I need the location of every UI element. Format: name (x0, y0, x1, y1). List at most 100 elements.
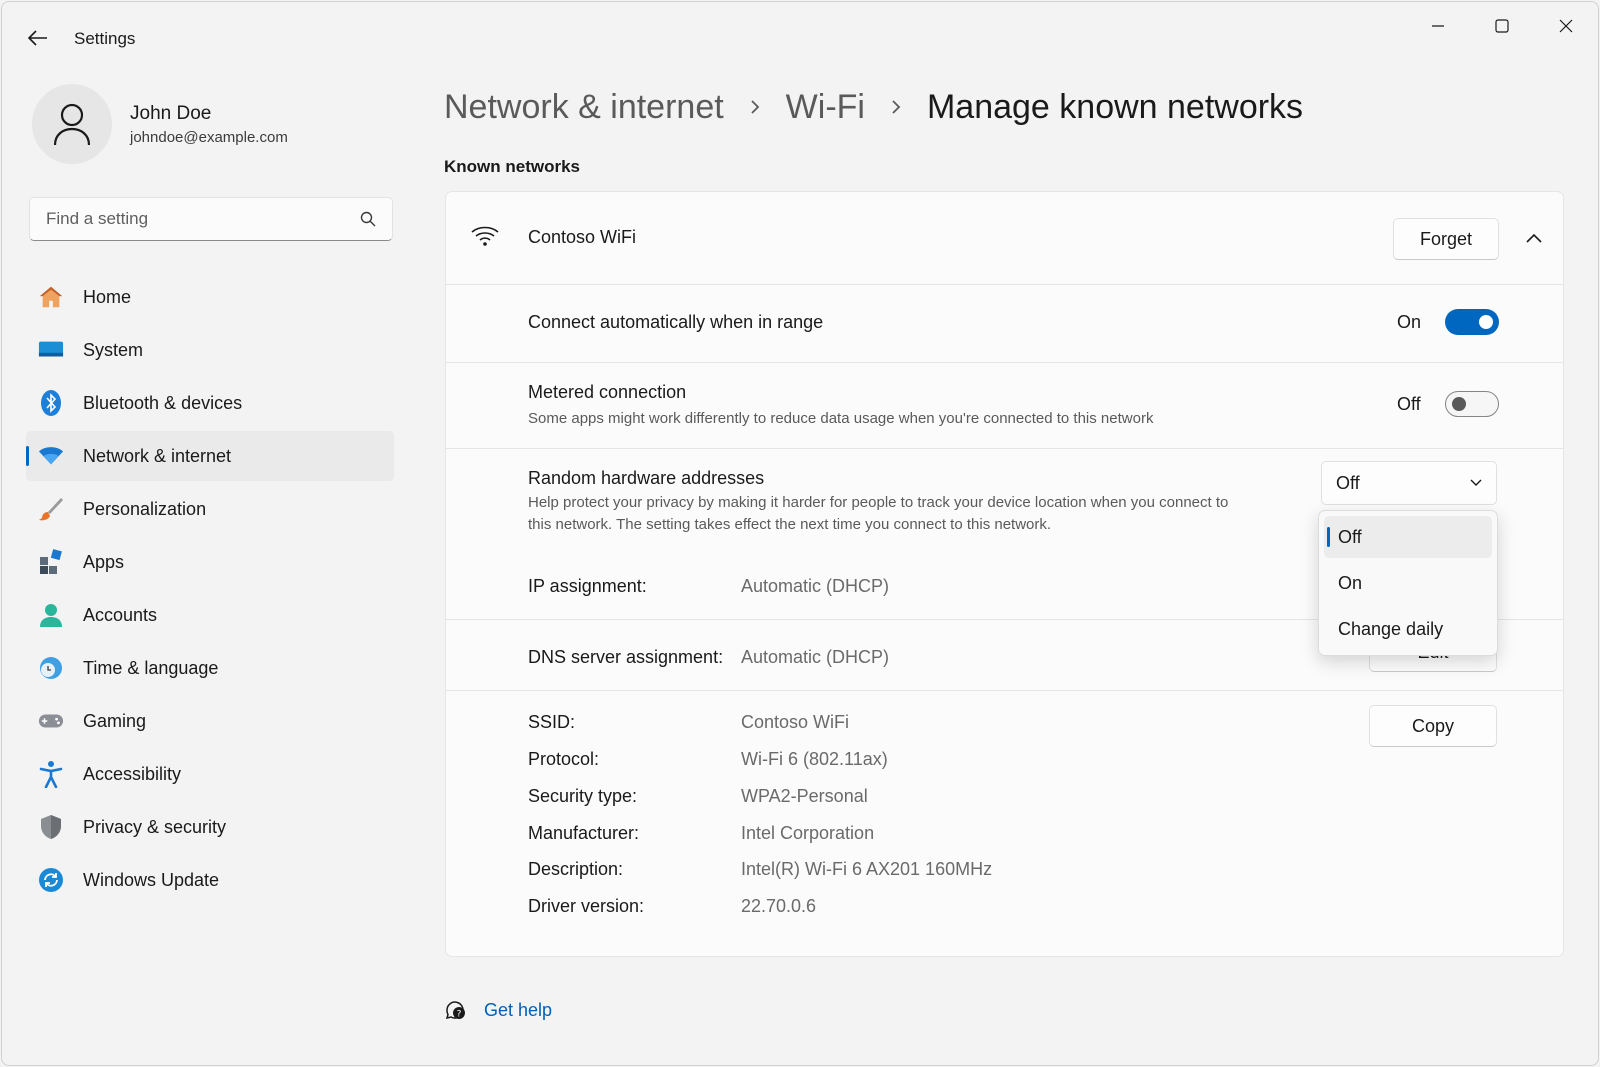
minimize-button[interactable] (1406, 2, 1470, 50)
settings-window: Settings John Doe johndoe@example.com Fi… (1, 1, 1599, 1066)
dropdown-option-off[interactable]: Off (1324, 516, 1492, 558)
chevron-right-icon (750, 99, 760, 115)
sidebar-item-home[interactable]: Home (26, 272, 394, 322)
wifi-signal-icon (471, 226, 499, 246)
metered-connection-toggle[interactable] (1445, 391, 1499, 417)
svg-text:?: ? (457, 1010, 462, 1020)
home-icon (38, 284, 64, 310)
sidebar-item-label: Network & internet (83, 445, 232, 466)
close-button[interactable] (1534, 2, 1598, 50)
sidebar-item-time-language[interactable]: Time & language (26, 643, 394, 693)
security-type-label: Security type: (528, 786, 638, 806)
metered-connection-state: Off (1397, 394, 1421, 414)
sidebar-nav: Home System Bluetooth & devices Network … (26, 272, 394, 908)
brush-icon (38, 496, 64, 522)
accounts-icon (38, 602, 64, 628)
copy-button[interactable]: Copy (1369, 705, 1497, 747)
title-bar: Settings (2, 2, 1598, 74)
sidebar-item-label: Home (83, 286, 132, 307)
dropdown-option-on[interactable]: On (1324, 562, 1492, 604)
sidebar-item-label: Bluetooth & devices (83, 392, 243, 413)
breadcrumb-network-internet[interactable]: Network & internet (444, 88, 724, 127)
description-label: Description: (528, 859, 624, 879)
back-button[interactable] (22, 24, 54, 52)
help-section: ? Get help (444, 998, 552, 1022)
toggle-knob (1452, 397, 1466, 411)
sidebar-item-windows-update[interactable]: Windows Update (26, 855, 394, 905)
sidebar-item-accessibility[interactable]: Accessibility (26, 749, 394, 799)
profile-email: johndoe@example.com (130, 128, 288, 146)
bluetooth-icon (38, 390, 64, 416)
sidebar-item-label: Windows Update (83, 869, 220, 890)
back-arrow-icon (28, 30, 47, 46)
page-title: Manage known networks (926, 87, 1304, 126)
manufacturer-value: Intel Corporation (741, 823, 875, 843)
connect-automatically-toggle[interactable] (1445, 309, 1499, 335)
description-value: Intel(R) Wi-Fi 6 AX201 160MHz (741, 859, 993, 879)
window-controls (1406, 2, 1598, 50)
connect-automatically-row: Connect automatically when in range On (446, 285, 1563, 363)
wifi-icon (38, 443, 64, 469)
ssid-label: SSID: (528, 712, 576, 732)
metered-connection-label: Metered connection (528, 382, 687, 402)
breadcrumb: Network & internet Wi-Fi Manage known ne… (444, 84, 1303, 130)
connect-automatically-state: On (1397, 312, 1422, 332)
chevron-down-icon (1470, 479, 1482, 486)
random-hardware-description: Help protect your privacy by making it h… (528, 494, 1229, 533)
sidebar-item-gaming[interactable]: Gaming (26, 696, 394, 746)
dns-assignment-label: DNS server assignment: (528, 647, 724, 667)
chevron-right-icon (891, 99, 901, 115)
network-card-header: Contoso WiFi Forget (446, 192, 1563, 285)
section-title: Known networks (444, 157, 581, 176)
search-icon[interactable] (360, 211, 376, 227)
sidebar-item-personalization[interactable]: Personalization (26, 484, 394, 534)
maximize-button[interactable] (1470, 2, 1534, 50)
get-help-link[interactable]: Get help (484, 1000, 552, 1021)
connect-automatically-label: Connect automatically when in range (528, 312, 824, 332)
ssid-value: Contoso WiFi (741, 712, 850, 732)
protocol-value: Wi-Fi 6 (802.11ax) (741, 749, 888, 769)
dns-assignment-value: Automatic (DHCP) (741, 647, 890, 667)
manufacturer-label: Manufacturer: (528, 823, 640, 843)
driver-version-value: 22.70.0.6 (741, 896, 817, 916)
network-name: Contoso WiFi (528, 227, 637, 247)
random-hardware-select[interactable]: Off (1321, 461, 1497, 505)
sidebar-item-apps[interactable]: Apps (26, 537, 394, 587)
ip-assignment-label: IP assignment: (528, 576, 647, 596)
sidebar-item-label: Gaming (83, 710, 147, 731)
sidebar-item-label: Accounts (83, 604, 158, 625)
sidebar-item-label: Personalization (83, 498, 207, 519)
ip-assignment-value: Automatic (DHCP) (741, 576, 890, 596)
user-profile[interactable]: John Doe johndoe@example.com (32, 84, 288, 164)
sidebar-item-bluetooth[interactable]: Bluetooth & devices (26, 378, 394, 428)
sidebar-item-label: System (83, 339, 144, 360)
sidebar-item-network[interactable]: Network & internet (26, 431, 394, 481)
breadcrumb-wifi[interactable]: Wi-Fi (786, 88, 865, 127)
sidebar-item-label: Accessibility (83, 763, 182, 784)
dropdown-option-change-daily[interactable]: Change daily (1324, 608, 1492, 650)
metered-connection-row: Metered connection Some apps might work … (446, 363, 1563, 449)
avatar (32, 84, 112, 164)
chevron-up-icon (1526, 233, 1542, 243)
maximize-icon (1495, 19, 1509, 33)
collapse-button[interactable] (1514, 220, 1554, 256)
security-type-value: WPA2-Personal (741, 786, 868, 806)
update-icon (38, 867, 64, 893)
accessibility-icon (38, 761, 64, 788)
person-icon (53, 103, 91, 146)
search-input[interactable] (46, 209, 360, 229)
protocol-label: Protocol: (528, 749, 600, 769)
random-hardware-dropdown: Off On Change daily (1318, 510, 1498, 656)
sidebar-item-privacy[interactable]: Privacy & security (26, 802, 394, 852)
minimize-icon (1432, 25, 1444, 27)
driver-version-label: Driver version: (528, 896, 645, 916)
gamepad-icon (38, 708, 64, 734)
forget-button[interactable]: Forget (1393, 218, 1499, 260)
sidebar-item-system[interactable]: System (26, 325, 394, 375)
profile-name: John Doe (130, 102, 212, 124)
help-chat-icon: ? (445, 1001, 465, 1020)
shield-icon (38, 814, 64, 840)
sidebar-item-accounts[interactable]: Accounts (26, 590, 394, 640)
sidebar-item-label: Apps (83, 551, 125, 572)
metered-connection-description: Some apps might work differently to redu… (528, 410, 1154, 427)
